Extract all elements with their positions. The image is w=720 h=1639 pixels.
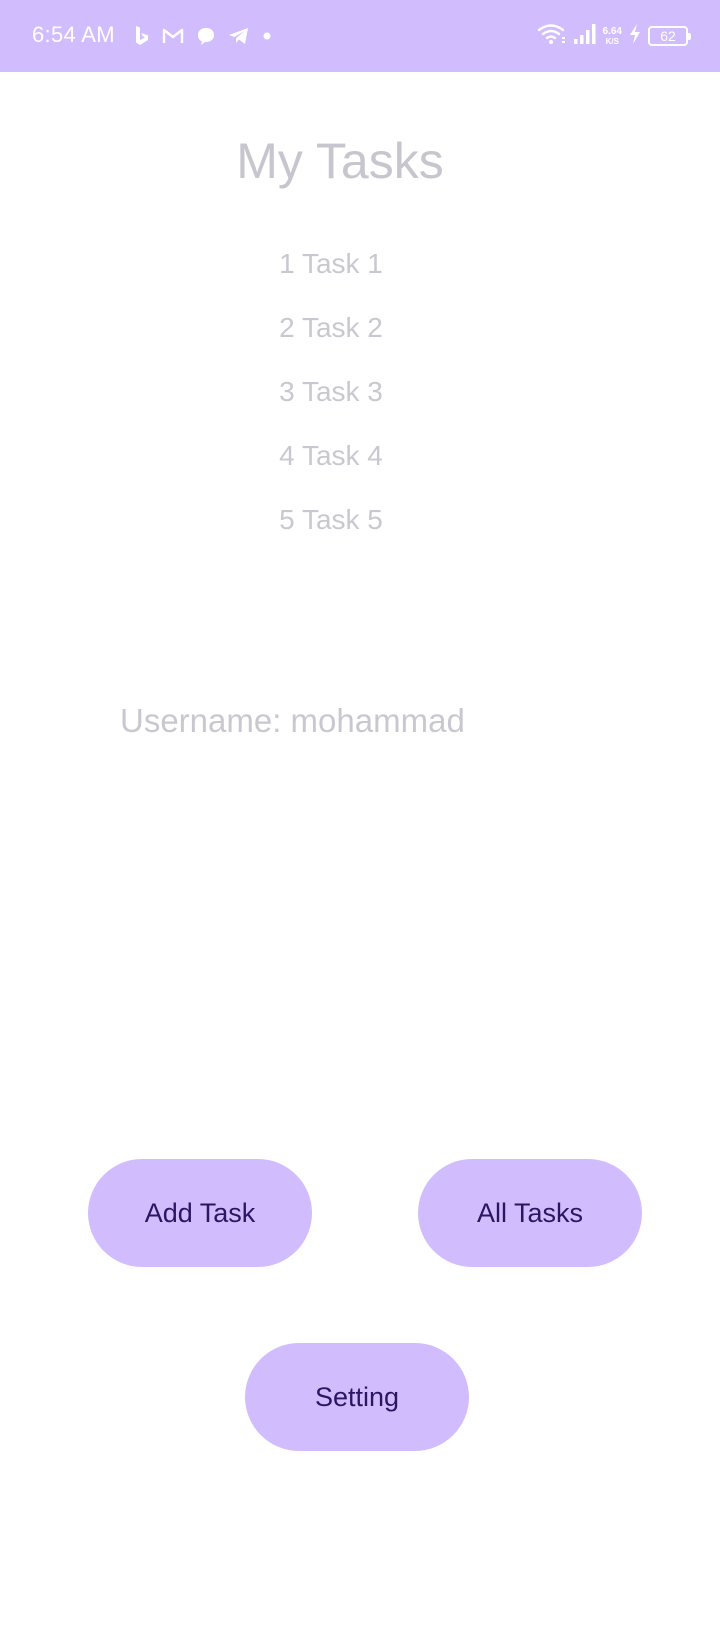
task-list: 1 Task 1 2 Task 2 3 Task 3 4 Task 4 5 Ta… [0, 244, 662, 564]
telegram-icon [228, 26, 250, 46]
add-task-button[interactable]: Add Task [88, 1159, 312, 1267]
page-title: My Tasks [236, 133, 444, 189]
task-item: 2 Task 2 [279, 312, 383, 343]
wifi-icon [537, 23, 567, 50]
task-item: 5 Task 5 [279, 504, 383, 535]
status-bar: 6:54 AM 6.64 K/S 62 [0, 0, 720, 72]
battery-icon: 62 [648, 26, 691, 46]
network-speed: 6.64 K/S [602, 25, 622, 46]
task-item: 1 Task 1 [279, 248, 383, 279]
status-right-icons: 6.64 K/S 62 [537, 22, 691, 50]
battery-level: 62 [660, 28, 676, 44]
task-item: 4 Task 4 [279, 440, 383, 471]
bing-icon [134, 25, 150, 47]
gmail-icon [162, 27, 184, 45]
network-speed-value: 6.64 [602, 25, 622, 37]
charging-icon [628, 23, 642, 50]
signal-icon [573, 23, 597, 50]
username-label: Username: mohammad [120, 702, 465, 739]
status-time: 6:54 AM [32, 22, 115, 47]
task-item: 3 Task 3 [279, 376, 383, 407]
notification-icons [134, 24, 272, 48]
dot-icon [262, 31, 272, 41]
all-tasks-button[interactable]: All Tasks [418, 1159, 642, 1267]
setting-button[interactable]: Setting [245, 1343, 469, 1451]
chat-bubble-icon [196, 26, 216, 46]
network-speed-unit: K/S [605, 36, 619, 46]
